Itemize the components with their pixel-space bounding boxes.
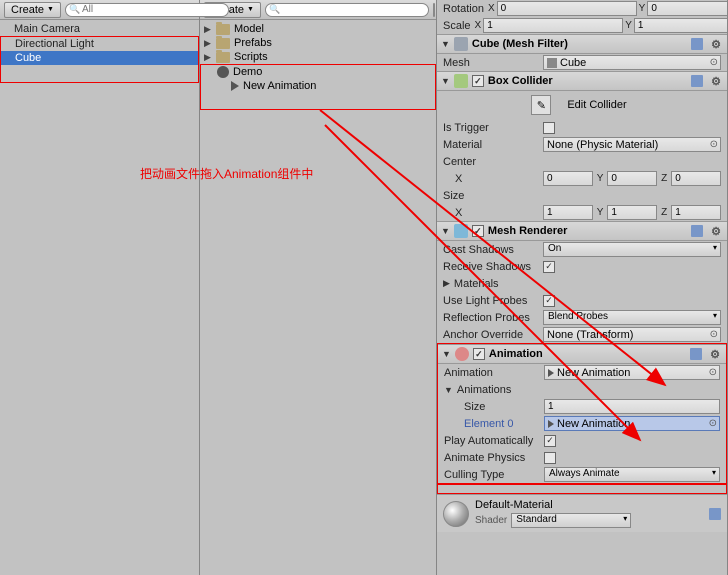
center-x-input[interactable] xyxy=(543,171,593,186)
scale-row: Scale X Y Z xyxy=(437,17,727,34)
light-probes-checkbox[interactable] xyxy=(543,295,555,307)
mesh-filter-icon xyxy=(454,37,468,51)
project-folder[interactable]: ▶Prefabs xyxy=(200,36,436,50)
project-tree: ▶Model ▶Prefabs ▶Scripts Demo New Animat… xyxy=(200,20,436,575)
annotation-text: 把动画文件拖入Animation组件中 xyxy=(140,165,313,182)
help-icon[interactable] xyxy=(691,38,703,50)
animation-clip-icon xyxy=(548,420,554,428)
scale-x-input[interactable] xyxy=(483,18,623,33)
foldout-icon[interactable]: ▶ xyxy=(204,38,212,49)
filter-icon[interactable] xyxy=(433,3,435,17)
help-icon[interactable] xyxy=(709,508,721,520)
unity-scene-icon xyxy=(217,66,229,78)
project-toolbar: Create▼ xyxy=(200,0,436,20)
receive-shadows-checkbox[interactable] xyxy=(543,261,555,273)
is-trigger-checkbox[interactable] xyxy=(543,122,555,134)
gear-icon[interactable]: ⚙ xyxy=(709,38,723,51)
component-enabled-checkbox[interactable] xyxy=(473,348,485,360)
help-icon[interactable] xyxy=(691,225,703,237)
rotation-x-input[interactable] xyxy=(497,1,637,16)
project-folder[interactable]: ▶Model xyxy=(200,22,436,36)
animations-element-0-field[interactable]: New Animation xyxy=(544,416,720,431)
folder-icon xyxy=(216,24,230,35)
project-scene[interactable]: Demo xyxy=(201,65,435,79)
project-search-input[interactable] xyxy=(265,3,429,17)
anchor-override-field[interactable]: None (Transform) xyxy=(543,327,721,342)
gear-icon[interactable]: ⚙ xyxy=(709,225,723,238)
folder-icon xyxy=(216,38,230,49)
component-enabled-checkbox[interactable] xyxy=(472,75,484,87)
culling-type-dropdown[interactable]: Always Animate xyxy=(544,467,720,482)
hierarchy-toolbar: Create▼ xyxy=(0,0,199,20)
hierarchy-tree: Main Camera Directional Light Cube xyxy=(0,20,199,575)
center-y-input[interactable] xyxy=(607,171,657,186)
folder-icon xyxy=(216,52,230,63)
foldout-icon[interactable]: ▼ xyxy=(441,39,450,49)
play-automatically-checkbox[interactable] xyxy=(544,435,556,447)
physic-material-field[interactable]: None (Physic Material) xyxy=(543,137,721,152)
material-header[interactable]: Default-Material Shader Standard xyxy=(437,494,727,532)
edit-collider-icon[interactable]: ✎ xyxy=(531,95,551,115)
animation-clip-icon xyxy=(548,369,554,377)
reflection-probes-dropdown[interactable]: Blend Probes xyxy=(543,310,721,325)
hierarchy-item[interactable]: Directional Light xyxy=(1,37,198,51)
scale-y-input[interactable] xyxy=(634,18,727,33)
foldout-icon[interactable]: ▼ xyxy=(441,226,450,236)
mesh-field[interactable]: Cube xyxy=(543,55,721,70)
hierarchy-panel: Create▼ Main Camera Directional Light Cu… xyxy=(0,0,200,575)
edit-collider-button[interactable]: Edit Collider xyxy=(561,97,632,113)
animation-clip-field[interactable]: New Animation xyxy=(544,365,720,380)
foldout-icon[interactable]: ▶ xyxy=(204,52,212,63)
foldout-icon[interactable]: ▶ xyxy=(443,278,450,289)
help-icon[interactable] xyxy=(690,348,702,360)
mesh-renderer-header[interactable]: ▼ Mesh Renderer ⚙ xyxy=(437,221,727,241)
inspector-panel: Rotation X Y Z Scale X Y Z ▼ Cube ( xyxy=(437,0,728,575)
mesh-renderer-icon xyxy=(454,224,468,238)
animate-physics-checkbox[interactable] xyxy=(544,452,556,464)
material-preview-icon xyxy=(443,501,469,527)
size-z-input[interactable] xyxy=(671,205,721,220)
foldout-icon[interactable]: ▼ xyxy=(444,385,453,395)
hierarchy-item[interactable]: Cube xyxy=(1,51,198,65)
rotation-row: Rotation X Y Z xyxy=(437,0,727,17)
animation-component-icon xyxy=(455,347,469,361)
foldout-icon[interactable]: ▼ xyxy=(441,76,450,86)
material-name: Default-Material xyxy=(475,499,703,511)
cast-shadows-dropdown[interactable]: On xyxy=(543,242,721,257)
hierarchy-create-button[interactable]: Create▼ xyxy=(4,2,61,18)
component-enabled-checkbox[interactable] xyxy=(472,225,484,237)
center-z-input[interactable] xyxy=(671,171,721,186)
size-x-input[interactable] xyxy=(543,205,593,220)
box-collider-header[interactable]: ▼ Box Collider ⚙ xyxy=(437,71,727,91)
shader-dropdown[interactable]: Standard xyxy=(511,513,631,528)
mesh-filter-header[interactable]: ▼ Cube (Mesh Filter) ⚙ xyxy=(437,34,727,54)
animation-component-header[interactable]: ▼ Animation ⚙ xyxy=(438,344,726,364)
gear-icon[interactable]: ⚙ xyxy=(709,75,723,88)
help-icon[interactable] xyxy=(691,75,703,87)
foldout-icon[interactable]: ▶ xyxy=(204,24,212,35)
gear-icon[interactable]: ⚙ xyxy=(708,348,722,361)
box-collider-icon xyxy=(454,74,468,88)
animations-size-input[interactable] xyxy=(544,399,720,414)
project-panel: Create▼ ▶Model ▶Prefabs ▶Scripts Demo Ne… xyxy=(200,0,437,575)
hierarchy-search-input[interactable] xyxy=(65,3,229,17)
rotation-y-input[interactable] xyxy=(647,1,727,16)
project-folder[interactable]: ▶Scripts xyxy=(200,50,436,64)
hierarchy-item[interactable]: Main Camera xyxy=(0,22,199,36)
foldout-icon[interactable]: ▼ xyxy=(442,349,451,359)
animation-clip-icon xyxy=(231,81,239,91)
project-animation-file[interactable]: New Animation xyxy=(201,79,435,93)
size-y-input[interactable] xyxy=(607,205,657,220)
